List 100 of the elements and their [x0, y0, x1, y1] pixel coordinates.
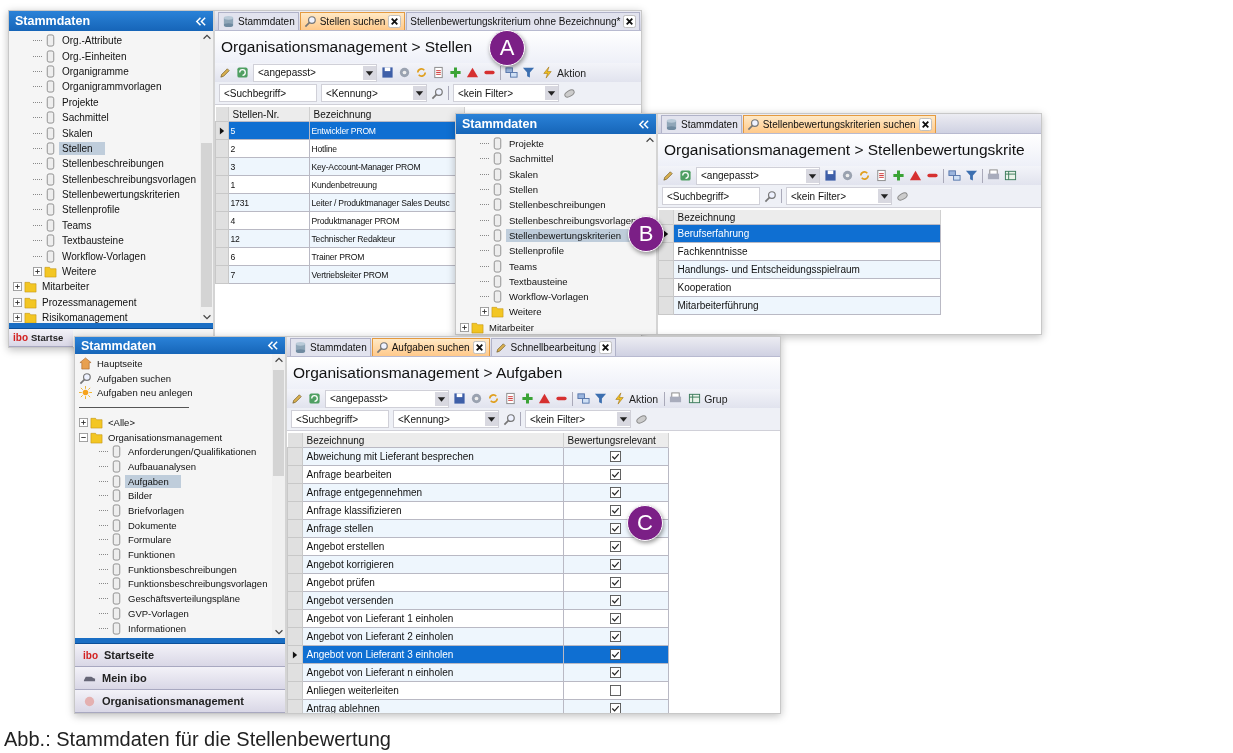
search-field[interactable]: <Suchbegriff> [291, 410, 389, 428]
tree-item[interactable]: Funktionsbeschreibungsvorlagen [125, 577, 271, 591]
table-row[interactable]: Anfrage bearbeiten [287, 465, 668, 484]
tree-item[interactable]: Textbausteine [506, 274, 571, 288]
navigation-button[interactable]: ibo Startse [9, 329, 73, 347]
tree-item[interactable]: Aufgaben [125, 474, 181, 488]
tree-item[interactable]: Mitarbeiter [486, 320, 537, 334]
tree-item[interactable]: Stellenbeschreibungen [506, 198, 609, 212]
tree-item[interactable]: Funktionsbeschreibungen [125, 562, 240, 576]
tab[interactable]: Stammdaten [290, 338, 371, 356]
action-button[interactable]: Aktion [611, 392, 661, 405]
page-heading: Organisationsmanagement > Stellenbewertungskrite [664, 141, 1025, 159]
tab[interactable]: Schnellbearbeitung [490, 338, 617, 356]
tree-item[interactable]: Prozessmanagement [39, 295, 140, 309]
navigation-button[interactable]: ibo Startseite [75, 644, 285, 667]
tree-item[interactable]: Informationen [125, 621, 190, 635]
table-row[interactable]: 12 Technischer Redakteur [215, 229, 464, 248]
sidebar-title: Stammdaten [15, 14, 91, 28]
filter-dropdown[interactable]: <kein Filter> [453, 84, 559, 102]
tree-item[interactable]: Risikomanagement [39, 311, 131, 323]
tree-item[interactable]: Funktionen [125, 548, 178, 562]
table-cell: Abweichung mit Lieferant besprechen [302, 447, 563, 466]
table-row[interactable]: Angebot prüfen [287, 573, 668, 592]
sidebar-link[interactable]: Hauptseite [94, 356, 146, 370]
tree-item[interactable]: Stellen [506, 183, 542, 197]
group-button[interactable]: Grup [686, 392, 730, 405]
tree-item[interactable]: Org.-Einheiten [59, 49, 130, 63]
tree-item[interactable]: Teams [59, 218, 95, 232]
view-dropdown[interactable]: <angepasst> [253, 63, 377, 82]
search-field[interactable]: <Suchbegriff> [219, 84, 317, 102]
action-button[interactable]: Aktion [539, 66, 589, 79]
tree-item[interactable]: Skalen [59, 126, 96, 140]
tab[interactable]: Stellen suchen [299, 12, 406, 30]
filter-dropdown[interactable]: <kein Filter> [786, 187, 892, 205]
tree-item[interactable]: Projekte [59, 95, 102, 109]
tree-item[interactable]: Organisationsmanagement [105, 430, 226, 444]
table-row[interactable]: Angebot von Lieferant 1 einholen [287, 609, 668, 628]
tab[interactable]: Aufgaben suchen [371, 338, 490, 356]
column-header[interactable]: Bezeichnung [302, 433, 563, 448]
tree-item[interactable]: Organigrammvorlagen [59, 80, 165, 94]
tree-item[interactable]: Stellenbeschreibungsvorlagen [59, 172, 199, 186]
tree-item[interactable]: Teams [506, 259, 540, 273]
table-row[interactable]: Angebot korrigieren [287, 555, 668, 574]
table-row[interactable]: Angebot erstellen [287, 537, 668, 556]
code-dropdown[interactable]: <Kennung> [393, 410, 499, 428]
tree-item[interactable]: Stellenbewertungskriterien [59, 188, 183, 202]
filter-dropdown[interactable]: <kein Filter> [525, 410, 631, 428]
sidebar-link[interactable]: Aufgaben neu anlegen [94, 386, 196, 400]
view-dropdown[interactable]: <angepasst> [696, 166, 820, 185]
tree-item[interactable]: Organigramme [59, 64, 132, 78]
column-header[interactable]: Bewertungsrelevant [563, 433, 668, 448]
tree-item[interactable]: Geschäftsverteilungspläne [125, 592, 243, 606]
tree-item[interactable]: Workflow-Vorlagen [59, 249, 149, 263]
tree-item[interactable]: Org.-Attribute [59, 34, 126, 48]
tree-item[interactable]: Mitarbeiter [39, 280, 93, 294]
table-cell: 4 [228, 211, 309, 230]
tab[interactable]: Stammdaten [661, 115, 742, 133]
view-dropdown[interactable]: <angepasst> [325, 389, 449, 408]
tree-item[interactable]: Weitere [506, 305, 545, 319]
column-header[interactable]: Stellen-Nr. [228, 107, 309, 122]
table-row[interactable]: Angebot von Lieferant 3 einholen [287, 645, 668, 664]
tree-item[interactable]: <Alle> [105, 415, 138, 429]
table-row[interactable]: Anliegen weiterleiten [287, 681, 668, 700]
tree-item[interactable]: Anforderungen/Qualifikationen [125, 445, 260, 459]
table-cell: 5 [228, 121, 309, 140]
table-row[interactable]: 1731 Leiter / Produktmanager Sales Deutsc [215, 193, 464, 212]
tree-item[interactable]: Aufbauanalysen [125, 459, 200, 473]
navigation-button[interactable]: Mein ibo [75, 667, 285, 690]
tree-item[interactable]: Weitere [59, 265, 100, 279]
navigation-button[interactable]: Organisationsmanagement [75, 690, 285, 713]
tree-item[interactable]: Workflow-Vorlagen [506, 290, 592, 304]
column-header[interactable]: Bezeichnung [673, 210, 940, 225]
tree-item[interactable]: GVP-Vorlagen [125, 606, 192, 620]
tree-item[interactable]: Stellen [59, 141, 105, 155]
tree-item[interactable]: Projekte [506, 137, 547, 151]
tree-item[interactable]: Bilder [125, 489, 156, 503]
sidebar-link[interactable]: Aufgaben suchen [94, 371, 174, 385]
search-field[interactable]: <Suchbegriff> [662, 187, 760, 205]
tree-item[interactable]: Sachmittel [506, 152, 557, 166]
tab[interactable]: Stellenbewertungskriterien suchen [742, 115, 936, 133]
table-row[interactable]: Anfrage entgegennehmen [287, 483, 668, 502]
table-row[interactable]: 7 Vertriebsleiter PROM [215, 265, 464, 284]
table-row[interactable]: Angebot von Lieferant n einholen [287, 663, 668, 682]
ibo-logo: ibo [83, 649, 98, 661]
tree-item[interactable]: Stellenbeschreibungen [59, 157, 167, 171]
code-dropdown[interactable]: <Kennung> [321, 84, 427, 102]
table-row[interactable]: Angebot versenden [287, 591, 668, 610]
tree-item[interactable]: Stellenprofile [506, 244, 567, 258]
table-row[interactable]: 3 Key-Account-Manager PROM [215, 157, 464, 176]
tree-item[interactable]: Textbausteine [59, 234, 127, 248]
tree-item[interactable]: Dokumente [125, 518, 180, 532]
tree-item[interactable]: Sachmittel [59, 111, 112, 125]
tree-item[interactable]: Briefvorlagen [125, 504, 187, 518]
tree-item[interactable]: Skalen [506, 167, 542, 181]
tree-item[interactable]: Stellenprofile [59, 203, 123, 217]
tab[interactable]: Stellenbewertungskriterium ohne Bezeichnung* [406, 12, 641, 30]
table-row[interactable]: Abweichung mit Lieferant besprechen [287, 447, 668, 466]
table-row[interactable]: Angebot von Lieferant 2 einholen [287, 627, 668, 646]
tree-item[interactable]: Formulare [125, 533, 175, 547]
tab[interactable]: Stammdaten [218, 12, 299, 30]
